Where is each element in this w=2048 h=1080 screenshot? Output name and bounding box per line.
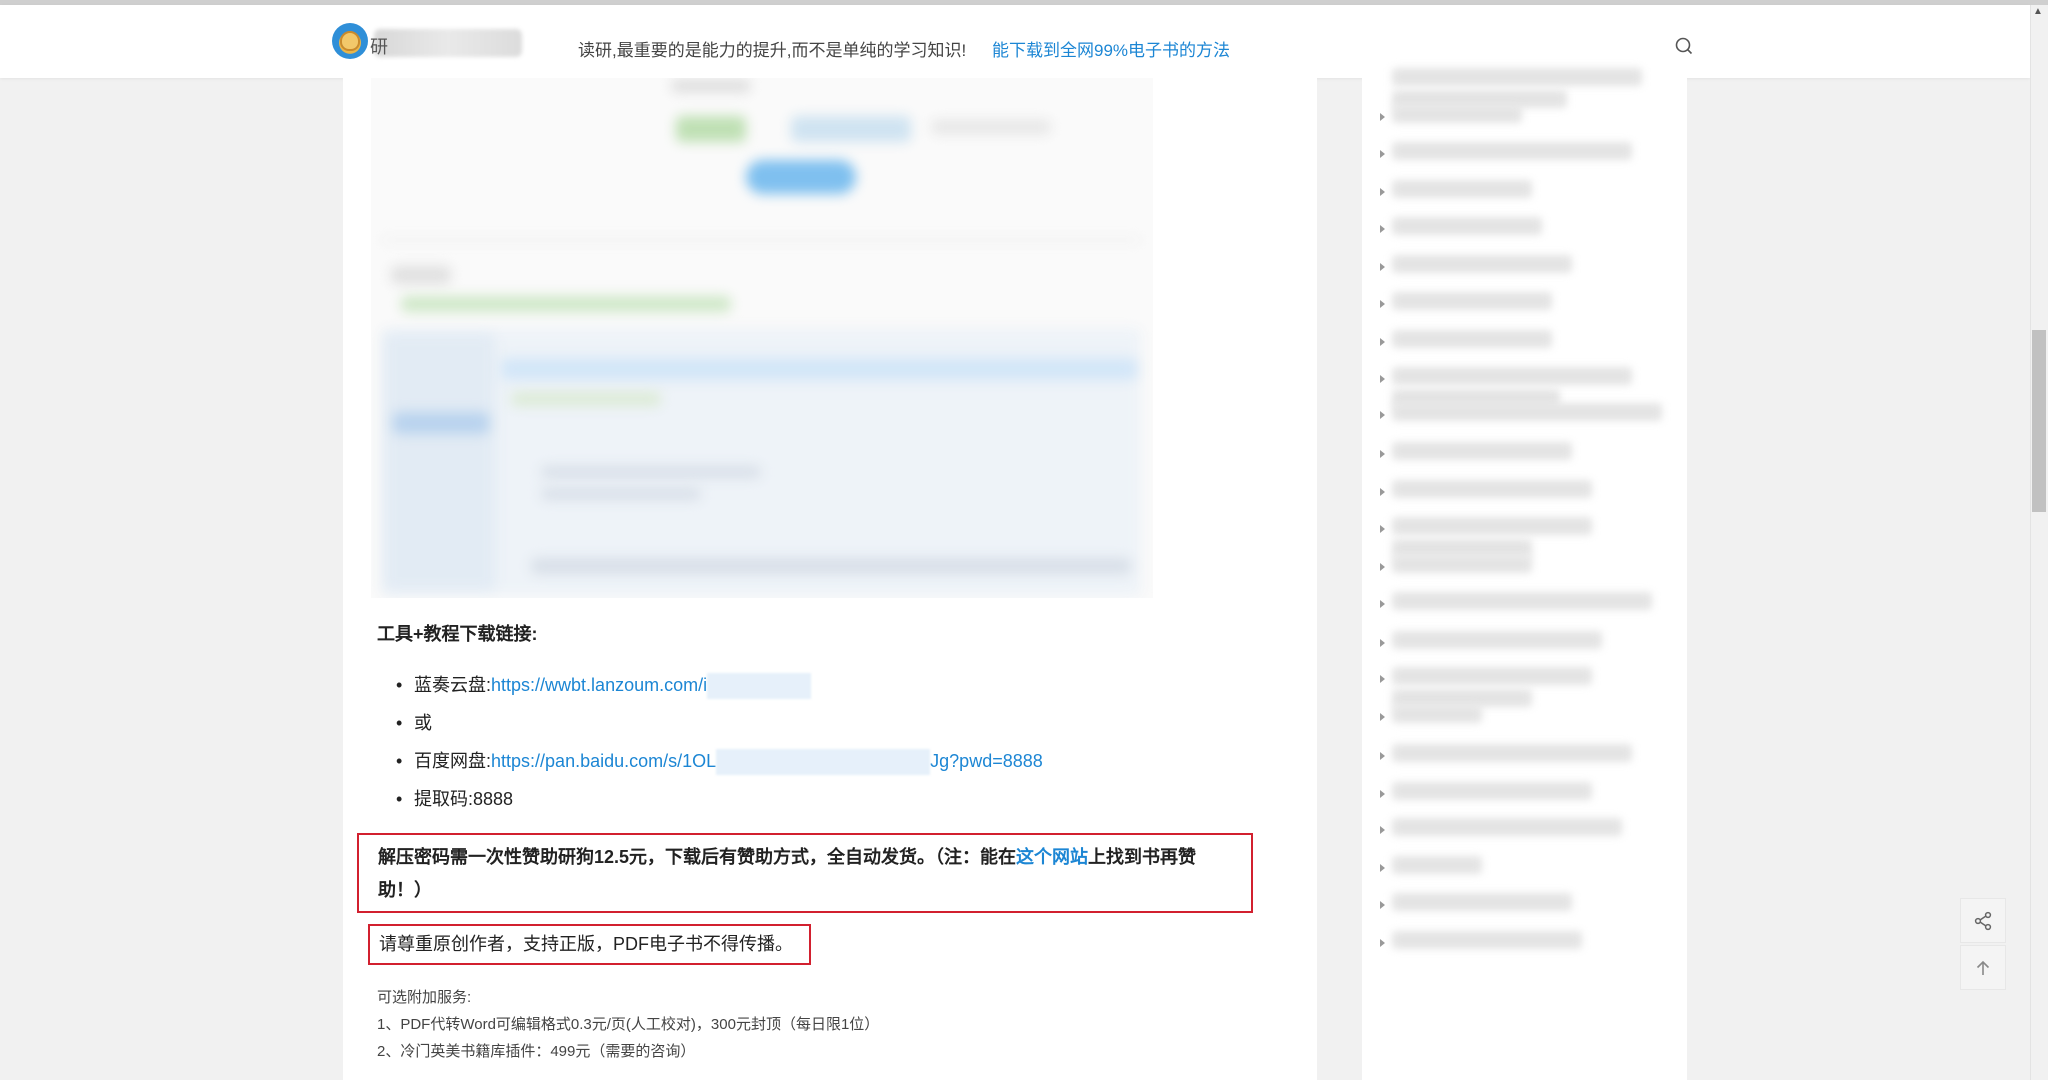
sidebar-list-item[interactable] [1392,367,1632,385]
caret-right-icon [1380,300,1385,308]
sidebar-list-item[interactable] [1392,517,1592,535]
this-website-link[interactable]: 这个网站 [1016,847,1088,867]
sidebar-list-item[interactable] [1392,68,1642,86]
link-label: 百度网盘: [414,751,492,771]
list-item: 或 [396,706,1043,744]
caret-right-icon [1380,188,1385,196]
sidebar-list-item[interactable] [1392,744,1632,762]
caret-right-icon [1380,563,1385,571]
caret-right-icon [1380,488,1385,496]
copyright-text: 请尊重原创作者，支持正版，PDF电子书不得传播。 [379,934,793,954]
caret-right-icon [1380,375,1385,383]
caret-right-icon [1380,525,1385,533]
scrollbar-thumb[interactable] [2032,330,2046,512]
list-item: 提取码:8888 [396,782,1043,820]
caret-right-icon [1380,450,1385,458]
extra-service-item: 2、冷门英美书籍库插件：499元（需要的咨询） [377,1043,696,1060]
caret-right-icon [1380,790,1385,798]
share-button[interactable] [1960,898,2006,943]
sidebar-list-item[interactable] [1392,893,1572,911]
caret-right-icon [1380,150,1385,158]
caret-right-icon [1380,864,1385,872]
sidebar-list-item[interactable] [1392,105,1522,123]
site-slogan: 读研,最重要的是能力的提升,而不是单纯的学习知识! [578,41,967,60]
arrow-up-icon [1976,960,1990,975]
caret-right-icon [1380,901,1385,909]
caret-right-icon [1380,713,1385,721]
caret-right-icon [1380,225,1385,233]
sidebar-list-item[interactable] [1392,292,1552,310]
sidebar-list-item[interactable] [1392,255,1572,273]
caret-right-icon [1380,639,1385,647]
dog-logo-icon [340,31,360,51]
extra-service-item: 1、PDF代转Word可编辑格式0.3元/页(人工校对)，300元封顶（每日限1… [377,1016,880,1033]
sidebar-list-item[interactable] [1392,931,1582,949]
blurred-screenshot-image [371,78,1153,598]
redacted-segment [716,749,931,776]
sidebar-list-item[interactable] [1392,818,1622,836]
download-section-title: 工具+教程下载链接: [377,624,538,644]
sidebar-list-item[interactable] [1392,403,1662,421]
caret-right-icon [1380,411,1385,419]
search-icon[interactable] [1674,36,1694,56]
copyright-notice-box: 请尊重原创作者，支持正版，PDF电子书不得传播。 [368,924,811,965]
sidebar-list-item[interactable] [1392,142,1632,160]
site-name-blurred[interactable] [374,29,522,57]
scroll-up-arrow-icon[interactable]: ▲ [2033,6,2043,17]
extra-services: 可选附加服务: 1、PDF代转Word可编辑格式0.3元/页(人工校对)，300… [377,984,879,1065]
notice-text: 解压密码需一次性赞助研狗12.5元，下载后有赞助方式，全自动发货。（注：能在 [378,847,1017,867]
back-to-top-button[interactable] [1960,945,2006,990]
site-name-letter: 研 [370,37,388,57]
caret-right-icon [1380,263,1385,271]
caret-right-icon [1380,752,1385,760]
sidebar-list-item[interactable] [1392,782,1592,800]
page-scrollbar[interactable] [2030,5,2048,1080]
sidebar-list-item[interactable] [1392,180,1532,198]
redacted-segment [707,673,812,700]
sidebar-list-item[interactable] [1392,217,1542,235]
link-label: 蓝奏云盘: [414,675,492,695]
sidebar-list-item[interactable] [1392,856,1482,874]
caret-right-icon [1380,939,1385,947]
password-notice-box: 解压密码需一次性赞助研狗12.5元，下载后有赞助方式，全自动发货。（注：能在这个… [357,833,1253,913]
caret-right-icon [1380,338,1385,346]
link-label: 提取码: [414,789,474,809]
sidebar-list-item[interactable] [1392,442,1572,460]
download-links-list: 蓝奏云盘:https://wwbt.lanzoum.com/i 或 百度网盘:h… [396,668,1043,820]
lanzou-link[interactable]: https://wwbt.lanzoum.com/i [491,673,812,700]
extract-code: 8888 [473,789,514,809]
site-header: 研 读研,最重要的是能力的提升,而不是单纯的学习知识! 能下载到全网99%电子书… [0,5,2030,78]
list-item: 百度网盘:https://pan.baidu.com/s/1OLJg?pwd=8… [396,744,1043,782]
caret-right-icon [1380,826,1385,834]
or-text: 或 [414,713,432,733]
sidebar-list-item[interactable] [1392,631,1602,649]
sidebar-list-item[interactable] [1392,330,1552,348]
sidebar-list-item[interactable] [1392,592,1652,610]
caret-right-icon [1380,675,1385,683]
sidebar-list-item[interactable] [1392,555,1532,573]
ebook-download-link[interactable]: 能下载到全网99%电子书的方法 [992,36,1230,61]
baidu-pan-link[interactable]: https://pan.baidu.com/s/1OL Jg?pwd=8888 [491,749,1043,776]
extra-services-title: 可选附加服务: [377,989,472,1006]
list-item: 蓝奏云盘:https://wwbt.lanzoum.com/i [396,668,1043,706]
caret-right-icon [1380,600,1385,608]
share-icon [1974,911,1992,930]
sidebar-list-item[interactable] [1392,480,1592,498]
caret-right-icon [1380,113,1385,121]
sidebar-list-item[interactable] [1392,667,1592,685]
sidebar-list-item[interactable] [1392,705,1482,723]
